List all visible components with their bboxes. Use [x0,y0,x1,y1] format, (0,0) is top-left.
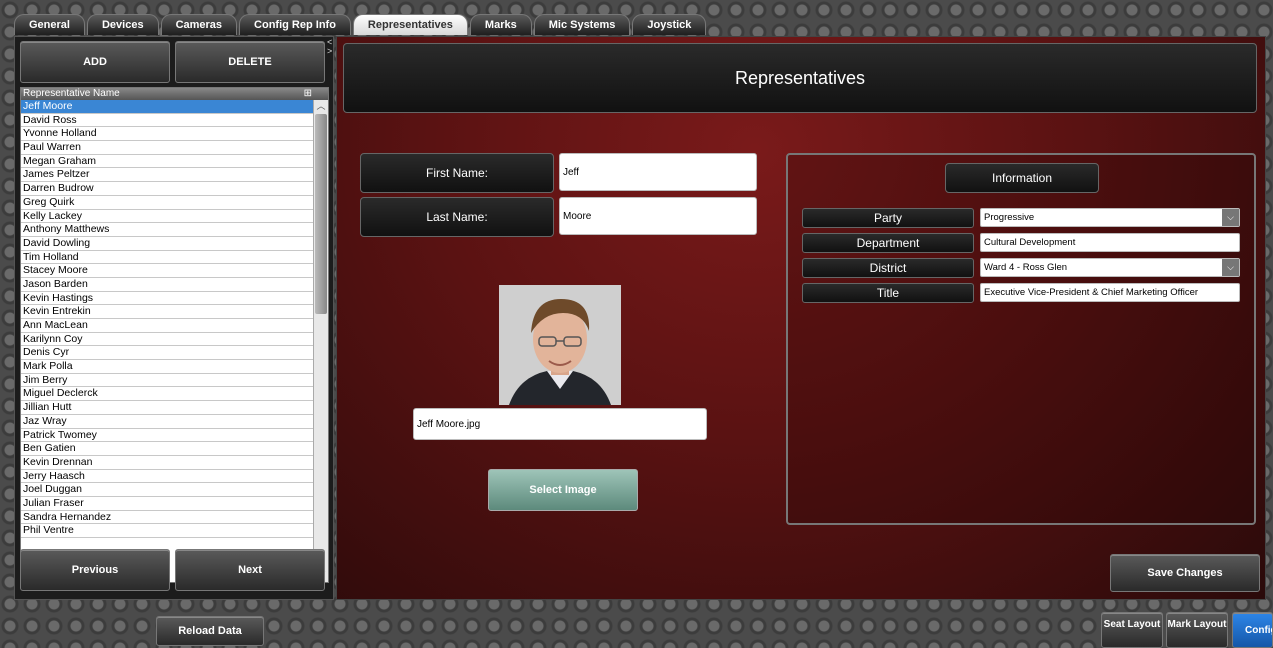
list-item[interactable]: Phil Ventre [21,524,314,538]
list-body: Jeff Moore David Ross Yvonne Holland Paul W… [21,100,314,582]
column-chooser-icon[interactable]: ⊞ [304,88,312,100]
last-name-label: Last Name: [360,197,554,237]
list-item[interactable]: Stacey Moore [21,264,314,278]
first-name-field[interactable]: Jeff [559,153,757,191]
tab-general[interactable]: General [14,14,85,35]
seat-layout-button[interactable]: Seat Layout [1101,612,1163,648]
next-button[interactable]: Next [175,549,325,591]
party-label: Party [802,208,974,228]
department-field[interactable]: Cultural Development [980,233,1240,252]
list-item[interactable]: Ben Gatien [21,442,314,456]
title-label: Title [802,283,974,303]
list-item[interactable]: Ann MacLean [21,319,314,333]
list-item[interactable]: Kevin Hastings [21,292,314,306]
list-item[interactable]: Jim Berry [21,374,314,388]
column-header-label: Representative Name [23,88,120,99]
party-select[interactable]: Progressive ⌵ [980,208,1240,227]
list-item[interactable]: Miguel Declerck [21,387,314,402]
first-name-label: First Name: [360,153,554,193]
list-item[interactable]: Darren Budrow [21,182,314,196]
department-label: Department [802,233,974,253]
collapse-toggle-icon[interactable]: < > [327,38,332,56]
list-item[interactable]: David Ross [21,114,314,128]
reload-data-button[interactable]: Reload Data [156,616,264,646]
list-item[interactable]: Kelly Lackey [21,210,314,224]
list-item[interactable]: Paul Warren [21,141,314,155]
information-title: Information [945,163,1099,193]
party-value: Progressive [984,212,1035,223]
tab-joystick[interactable]: Joystick [632,14,707,35]
list-item[interactable]: Jaz Wray [21,415,314,429]
list-item[interactable]: Anthony Matthews [21,223,314,237]
image-filename-field[interactable]: Jeff Moore.jpg [413,408,707,440]
representative-detail-panel: Representatives First Name: Jeff Last Na… [336,36,1266,600]
tab-config-rep-info[interactable]: Config Rep Info [239,14,351,35]
tab-marks[interactable]: Marks [469,14,532,35]
list-item[interactable]: Kevin Entrekin [21,305,314,319]
list-item[interactable]: Sandra Hernandez [21,511,314,525]
representative-photo [499,285,621,405]
information-panel: Information Party Progressive ⌵ Departme… [786,153,1256,525]
save-changes-button[interactable]: Save Changes [1110,554,1260,592]
representative-list-panel: ADD DELETE Representative Name ⊞ Jeff Mo… [14,36,334,600]
mark-layout-button[interactable]: Mark Layout [1166,612,1228,648]
list-item[interactable]: Kevin Drennan [21,456,314,470]
list-item[interactable]: David Dowling [21,237,314,251]
list-scrollbar[interactable]: ︿ ﹀ [313,100,328,582]
chevron-down-icon[interactable]: ⌵ [1222,209,1239,226]
representative-list[interactable]: Representative Name ⊞ Jeff Moore David Ro… [20,87,329,583]
portrait-image [499,285,621,405]
chevron-down-icon[interactable]: ⌵ [1222,259,1239,276]
add-button[interactable]: ADD [20,41,170,83]
district-select[interactable]: Ward 4 - Ross Glen ⌵ [980,258,1240,277]
list-column-header[interactable]: Representative Name ⊞ [21,88,328,100]
list-item[interactable]: Megan Graham [21,155,314,169]
previous-button[interactable]: Previous [20,549,170,591]
tab-bar: General Devices Cameras Config Rep Info Repr… [14,14,707,36]
list-item[interactable]: Tim Holland [21,251,314,265]
title-field[interactable]: Executive Vice-President & Chief Marketi… [980,283,1240,302]
list-item[interactable]: Mark Polla [21,360,314,374]
list-item[interactable]: Karilynn Coy [21,333,314,347]
page-title: Representatives [343,43,1257,113]
tab-mic-systems[interactable]: Mic Systems [533,14,631,35]
last-name-field[interactable]: Moore [559,197,757,235]
scroll-up-icon[interactable]: ︿ [314,100,328,112]
scroll-thumb[interactable] [315,114,327,314]
list-item[interactable]: Jason Barden [21,278,314,292]
tab-cameras[interactable]: Cameras [160,14,238,35]
config-button[interactable]: Config [1232,612,1273,648]
list-item[interactable]: Joel Duggan [21,483,314,497]
list-item[interactable]: Jerry Haasch [21,470,314,484]
list-item[interactable]: Jillian Hutt [21,401,314,415]
list-item[interactable]: Denis Cyr [21,346,314,361]
list-item[interactable]: Patrick Twomey [21,429,314,443]
list-item[interactable]: Yvonne Holland [21,127,314,142]
district-label: District [802,258,974,278]
delete-button[interactable]: DELETE [175,41,325,83]
list-item[interactable]: Julian Fraser [21,497,314,511]
select-image-button[interactable]: Select Image [488,469,638,511]
tab-devices[interactable]: Devices [86,14,159,35]
list-item[interactable]: Greg Quirk [21,196,314,210]
list-item[interactable]: Jeff Moore [21,100,314,114]
tab-representatives[interactable]: Representatives [352,14,468,35]
district-value: Ward 4 - Ross Glen [984,262,1068,273]
list-item[interactable]: James Peltzer [21,168,314,183]
